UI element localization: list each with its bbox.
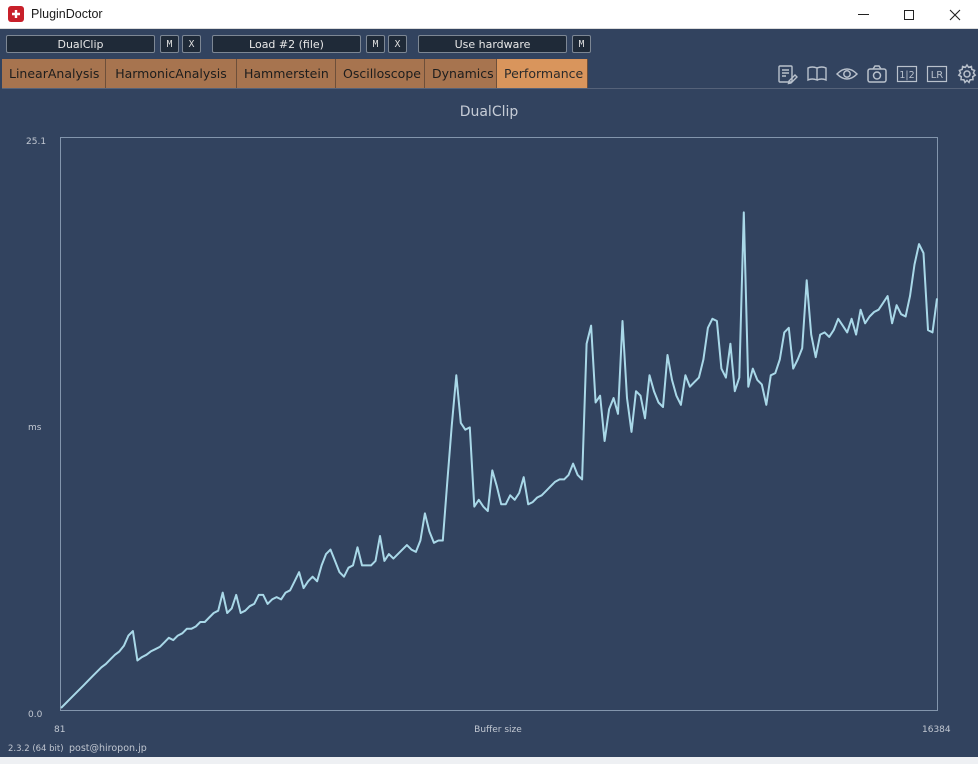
contact-email: post@hiropon.jp [69, 743, 147, 754]
y-axis-label: ms [28, 423, 42, 433]
x-axis-label: Buffer size [474, 725, 522, 735]
performance-chart: 25.1 ms 0.0 81 Buffer size 16384 [26, 137, 951, 735]
y-tick-min: 0.0 [28, 710, 43, 720]
series-line [60, 211, 938, 709]
plot-frame [60, 137, 938, 711]
y-tick-max: 25.1 [26, 137, 46, 147]
x-tick-min: 81 [54, 725, 65, 735]
version-label: 2.3.2 (64 bit) [8, 744, 64, 754]
x-tick-max: 16384 [922, 725, 951, 735]
background-window-edge [0, 757, 978, 764]
